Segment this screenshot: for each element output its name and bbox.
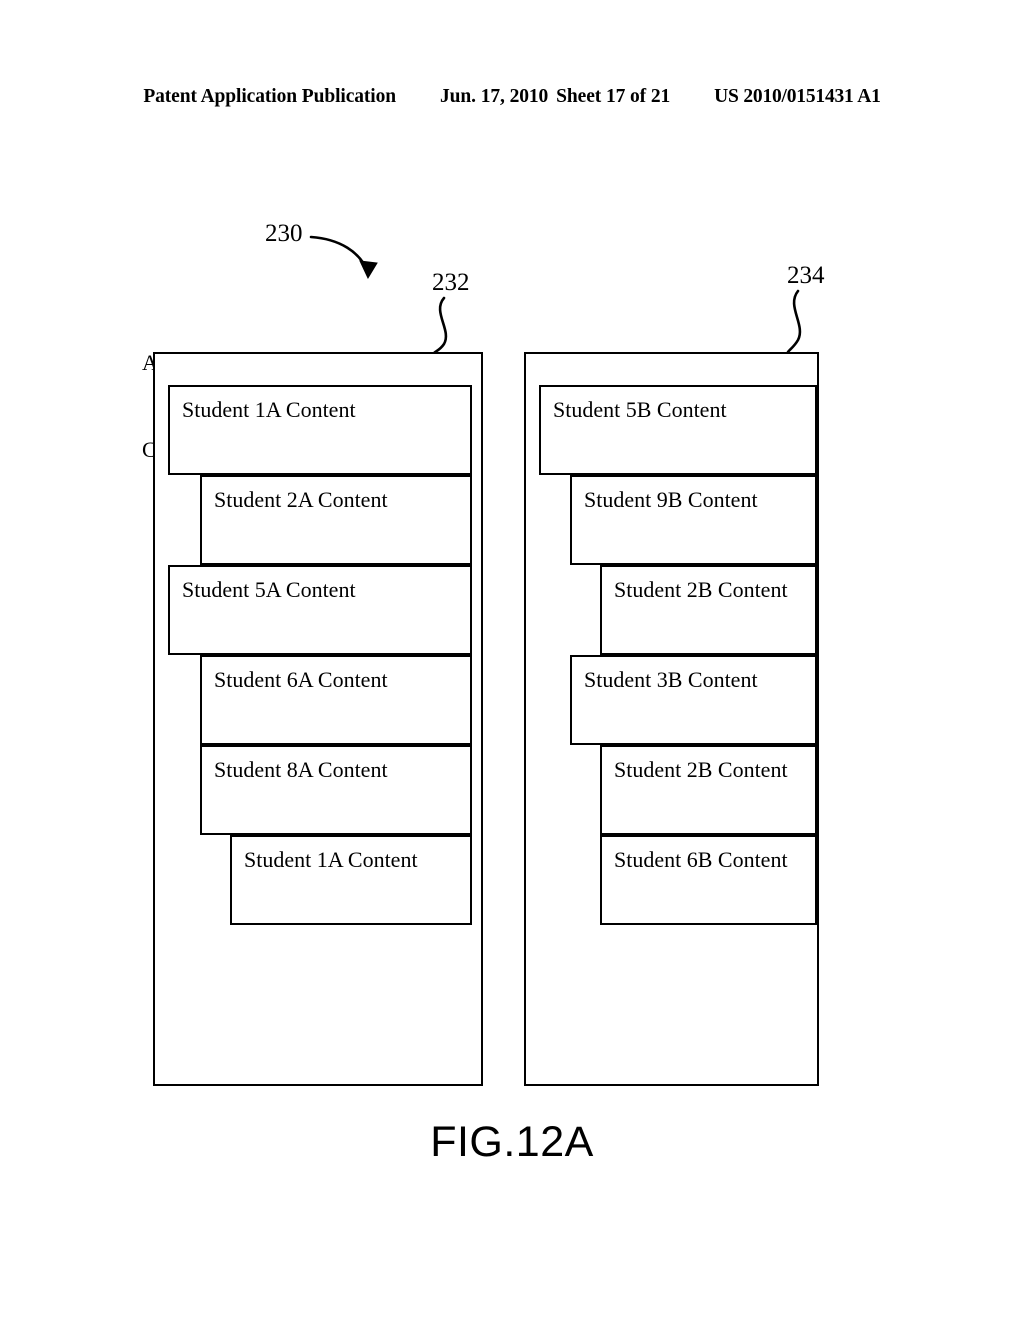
content-box-a-6-label: Student 1A Content	[244, 847, 418, 872]
content-box-a-2: Student 2A Content	[200, 475, 472, 565]
content-box-b-1-label: Student 5B Content	[553, 397, 727, 422]
content-box-b-6-label: Student 6B Content	[614, 847, 788, 872]
content-box-a-5-label: Student 8A Content	[214, 757, 388, 782]
content-box-b-4-label: Student 3B Content	[584, 667, 758, 692]
content-box-a-6: Student 1A Content	[230, 835, 472, 925]
content-box-b-2-label: Student 9B Content	[584, 487, 758, 512]
reference-numeral-230: 230	[265, 220, 303, 247]
content-box-a-3: Student 5A Content	[168, 565, 472, 655]
arrow-230-shaft	[309, 235, 370, 274]
content-box-b-1: Student 5B Content	[539, 385, 817, 475]
content-box-b-4: Student 3B Content	[570, 655, 817, 745]
content-box-a-5: Student 8A Content	[200, 745, 472, 835]
content-box-a-4-label: Student 6A Content	[214, 667, 388, 692]
content-box-b-2: Student 9B Content	[570, 475, 817, 565]
content-box-a-1: Student 1A Content	[168, 385, 472, 475]
content-box-a-3-label: Student 5A Content	[182, 577, 356, 602]
reference-numeral-232: 232	[432, 269, 470, 296]
content-box-b-3: Student 2B Content	[600, 565, 817, 655]
content-box-a-1-label: Student 1A Content	[182, 397, 356, 422]
arrow-230-head	[359, 260, 378, 280]
leader-232	[432, 296, 448, 355]
reference-numeral-234: 234	[787, 262, 825, 289]
content-box-a-4: Student 6A Content	[200, 655, 472, 745]
content-box-b-5-label: Student 2B Content	[614, 757, 788, 782]
content-box-b-5: Student 2B Content	[600, 745, 817, 835]
content-box-a-2-label: Student 2A Content	[214, 487, 388, 512]
content-box-b-3-label: Student 2B Content	[614, 577, 788, 602]
figure-caption: FIG.12A	[430, 1118, 594, 1166]
figure-12a: 230 232 234 Assignment – Student Content…	[0, 0, 1024, 1320]
content-box-b-6: Student 6B Content	[600, 835, 817, 925]
